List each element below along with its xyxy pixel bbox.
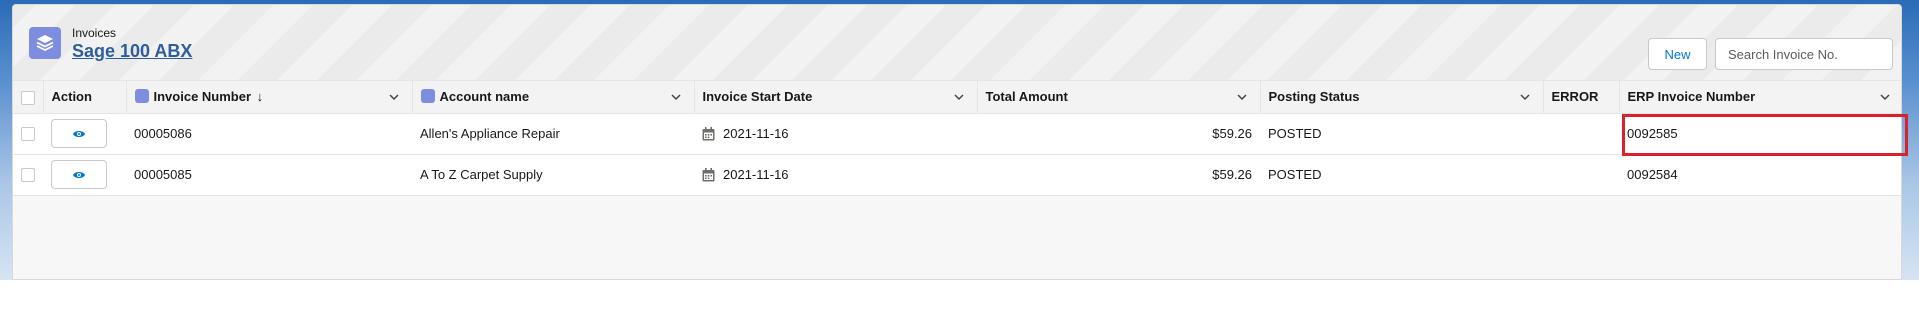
cell-invoice-number: 00005085 bbox=[126, 154, 412, 196]
row-checkbox[interactable] bbox=[21, 127, 35, 142]
cell-erp-invoice-number: 0092585 bbox=[1619, 113, 1901, 155]
cell-invoice-start-date: 2021-11-16 bbox=[694, 154, 977, 196]
chevron-down-icon[interactable] bbox=[1519, 91, 1531, 103]
new-button[interactable]: New bbox=[1648, 38, 1707, 70]
table-header-row: Action Invoice Number ↓ Account name Inv… bbox=[13, 81, 1901, 114]
chevron-down-icon[interactable] bbox=[1236, 91, 1248, 103]
col-header-erp-invoice-number[interactable]: ERP Invoice Number bbox=[1619, 81, 1901, 114]
cell-total-amount: $59.26 bbox=[977, 113, 1260, 155]
cell-error bbox=[1543, 154, 1619, 196]
list-view-title[interactable]: Sage 100 ABX bbox=[72, 41, 192, 62]
col-header-erp-invoice-number-label: ERP Invoice Number bbox=[1627, 89, 1756, 105]
row-action-cell bbox=[43, 154, 126, 196]
col-header-invoice-start-date[interactable]: Invoice Start Date bbox=[694, 81, 978, 114]
col-header-total-amount[interactable]: Total Amount bbox=[977, 81, 1261, 114]
cell-erp-invoice-number: 0092584 bbox=[1619, 154, 1901, 196]
row-action-cell bbox=[43, 113, 126, 155]
search-input[interactable] bbox=[1715, 38, 1893, 70]
sort-descending-icon: ↓ bbox=[256, 89, 264, 105]
col-header-posting-status-label: Posting Status bbox=[1268, 89, 1360, 105]
col-header-account-name[interactable]: Account name bbox=[412, 81, 695, 114]
cell-invoice-number: 00005086 bbox=[126, 113, 412, 155]
cell-account-name: Allen's Appliance Repair bbox=[412, 113, 694, 155]
chevron-down-icon[interactable] bbox=[953, 91, 965, 103]
list-header: Invoices Sage 100 ABX New bbox=[13, 5, 1901, 81]
row-checkbox[interactable] bbox=[21, 168, 35, 183]
cell-invoice-start-date: 2021-11-16 bbox=[694, 113, 977, 155]
invoices-table: Action Invoice Number ↓ Account name Inv… bbox=[13, 81, 1901, 196]
cell-posting-status: POSTED bbox=[1260, 113, 1543, 155]
select-all-checkbox[interactable] bbox=[21, 90, 35, 105]
account-icon bbox=[420, 89, 435, 104]
table-row: 00005086 Allen's Appliance Repair 2021-1… bbox=[13, 113, 1901, 155]
view-button[interactable] bbox=[51, 160, 107, 189]
eye-icon bbox=[73, 130, 85, 137]
table-row: 00005085 A To Z Carpet Supply 2021-11-16… bbox=[13, 154, 1901, 196]
col-header-error[interactable]: ERROR bbox=[1543, 81, 1620, 114]
col-header-invoice-start-date-label: Invoice Start Date bbox=[702, 89, 813, 105]
col-header-account-name-label: Account name bbox=[439, 89, 530, 105]
stack-layers-icon bbox=[29, 27, 61, 59]
col-header-posting-status[interactable]: Posting Status bbox=[1260, 81, 1544, 114]
chevron-down-icon[interactable] bbox=[388, 91, 400, 103]
cell-total-amount: $59.26 bbox=[977, 154, 1260, 196]
calendar-icon bbox=[702, 127, 715, 141]
stack-layers-icon bbox=[134, 89, 149, 104]
cell-posting-status: POSTED bbox=[1260, 154, 1543, 196]
row-select-cell bbox=[13, 113, 43, 155]
col-header-action: Action bbox=[43, 81, 127, 114]
eye-icon bbox=[73, 171, 85, 178]
date-value: 2021-11-16 bbox=[723, 167, 789, 182]
cell-error bbox=[1543, 113, 1619, 155]
col-header-error-label: ERROR bbox=[1551, 89, 1599, 105]
view-button[interactable] bbox=[51, 119, 107, 148]
col-header-total-amount-label: Total Amount bbox=[985, 89, 1068, 105]
row-select-cell bbox=[13, 154, 43, 196]
invoices-list-card: Invoices Sage 100 ABX New Action Invoice… bbox=[12, 4, 1902, 280]
calendar-icon bbox=[702, 168, 715, 182]
chevron-down-icon[interactable] bbox=[1879, 91, 1891, 103]
col-header-invoice-number-label: Invoice Number bbox=[153, 89, 252, 105]
date-value: 2021-11-16 bbox=[723, 126, 789, 141]
cell-account-name: A To Z Carpet Supply bbox=[412, 154, 694, 196]
col-header-invoice-number[interactable]: Invoice Number ↓ bbox=[126, 81, 413, 114]
page-bottom-blank bbox=[0, 280, 1919, 336]
object-label: Invoices bbox=[72, 26, 117, 40]
select-all-cell bbox=[13, 81, 44, 114]
chevron-down-icon[interactable] bbox=[670, 91, 682, 103]
col-header-action-label: Action bbox=[51, 89, 92, 105]
